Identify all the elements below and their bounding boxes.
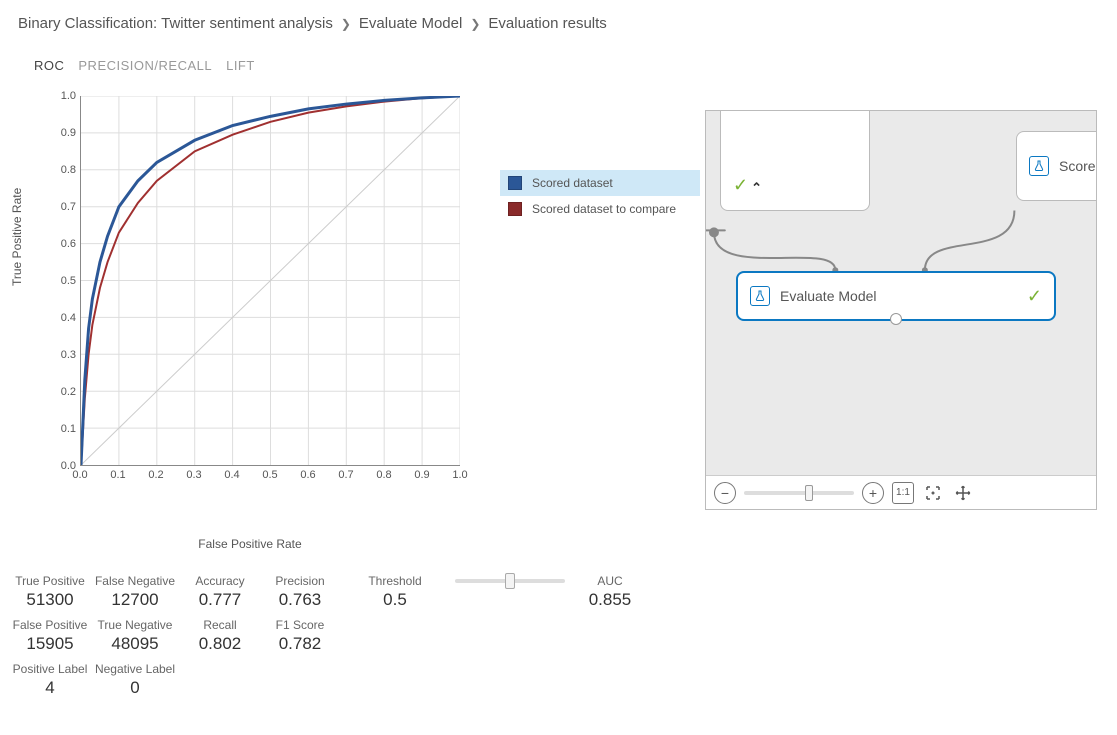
designer-toolbar: − + 1:1 [706, 475, 1096, 509]
x-tick: 0.4 [224, 469, 239, 481]
y-tick: 0.4 [50, 312, 76, 324]
metric-value-tn: 48095 [90, 634, 180, 654]
x-tick: 0.8 [376, 469, 391, 481]
legend-item-compare[interactable]: Scored dataset to compare [500, 196, 700, 222]
y-tick: 0.7 [50, 201, 76, 213]
threshold-slider[interactable] [450, 568, 570, 588]
metric-value-fp: 15905 [10, 634, 90, 654]
experiment-designer-panel[interactable]: ✓ ⌃ Score Evaluate Model ✓ − + 1:1 [705, 110, 1097, 510]
breadcrumb-item[interactable]: Evaluate Model [359, 15, 462, 32]
zoom-slider[interactable] [744, 491, 854, 495]
metric-label: True Negative [90, 612, 180, 632]
x-tick: 0.7 [338, 469, 353, 481]
metric-label: Negative Label [90, 656, 180, 676]
y-tick: 0.5 [50, 275, 76, 287]
x-tick: 1.0 [452, 469, 467, 481]
zoom-fit-button[interactable] [922, 482, 944, 504]
tab-precision-recall[interactable]: PRECISION/RECALL [78, 58, 212, 73]
y-tick: 0.8 [50, 164, 76, 176]
y-tick: 0.3 [50, 349, 76, 361]
zoom-1to1-button[interactable]: 1:1 [892, 482, 914, 504]
metric-label: False Positive [10, 612, 90, 632]
chart-legend: Scored dataset Scored dataset to compare [500, 170, 700, 222]
legend-swatch-icon [508, 202, 522, 216]
breadcrumb: Binary Classification: Twitter sentiment… [0, 0, 1117, 40]
metric-value-recall: 0.802 [180, 634, 260, 654]
chevron-right-icon: ❯ [470, 17, 480, 31]
y-tick: 1.0 [50, 90, 76, 102]
x-axis-label: False Positive Rate [20, 537, 480, 551]
metric-label: Positive Label [10, 656, 90, 676]
metric-value-negative-label: 0 [90, 678, 180, 698]
metric-label: Precision [260, 568, 340, 588]
chart-tabs: ROC PRECISION/RECALL LIFT [0, 40, 1117, 79]
metric-value-f1: 0.782 [260, 634, 340, 654]
zoom-in-button[interactable]: + [862, 482, 884, 504]
designer-node-evaluate-model[interactable]: Evaluate Model ✓ [736, 271, 1056, 321]
metric-value-auc: 0.855 [570, 590, 650, 610]
x-tick: 0.2 [148, 469, 163, 481]
metric-value-tp: 51300 [10, 590, 90, 610]
legend-item-primary[interactable]: Scored dataset [500, 170, 700, 196]
chevron-right-icon: ❯ [341, 17, 351, 31]
node-label: Evaluate Model [780, 288, 877, 304]
designer-node[interactable]: ✓ ⌃ [720, 110, 870, 211]
x-tick: 0.0 [72, 469, 87, 481]
x-tick: 0.3 [186, 469, 201, 481]
tab-roc[interactable]: ROC [34, 58, 64, 73]
x-tick: 0.1 [110, 469, 125, 481]
experiment-icon [1029, 156, 1049, 176]
tab-lift[interactable]: LIFT [226, 58, 255, 73]
y-tick: 0.9 [50, 127, 76, 139]
y-tick: 0.6 [50, 238, 76, 250]
roc-chart: True Positive Rate 0.0 0.1 0.2 0.3 0.4 0… [20, 91, 480, 521]
metric-value-fn: 12700 [90, 590, 180, 610]
x-tick: 0.5 [262, 469, 277, 481]
metric-label: Accuracy [180, 568, 260, 588]
metric-value-precision: 0.763 [260, 590, 340, 610]
node-label: Score [1059, 158, 1096, 174]
metric-label: F1 Score [260, 612, 340, 632]
metric-label: AUC [570, 568, 650, 588]
legend-label: Scored dataset [532, 176, 613, 190]
y-axis-label: True Positive Rate [10, 188, 24, 286]
x-tick: 0.6 [300, 469, 315, 481]
breadcrumb-item: Evaluation results [488, 15, 606, 32]
x-tick: 0.9 [414, 469, 429, 481]
metric-label: False Negative [90, 568, 180, 588]
breadcrumb-item[interactable]: Binary Classification: Twitter sentiment… [18, 15, 333, 32]
experiment-icon [750, 286, 770, 306]
legend-label: Scored dataset to compare [532, 202, 676, 216]
metric-value-positive-label: 4 [10, 678, 90, 698]
metric-label: Recall [180, 612, 260, 632]
legend-swatch-icon [508, 176, 522, 190]
y-tick: 0.2 [50, 386, 76, 398]
metrics-grid: True Positive False Negative Accuracy Pr… [10, 568, 650, 698]
metric-label: True Positive [10, 568, 90, 588]
metric-label: Threshold [340, 568, 450, 588]
metric-value-threshold: 0.5 [340, 590, 450, 610]
y-tick: 0.1 [50, 423, 76, 435]
check-icon: ✓ [733, 175, 748, 196]
roc-plot-svg [80, 96, 460, 466]
zoom-out-button[interactable]: − [714, 482, 736, 504]
check-icon: ✓ [1027, 286, 1042, 307]
pan-button[interactable] [952, 482, 974, 504]
caret-up-icon: ⌃ [751, 180, 762, 196]
designer-node[interactable]: Score [1016, 131, 1097, 201]
metric-value-accuracy: 0.777 [180, 590, 260, 610]
